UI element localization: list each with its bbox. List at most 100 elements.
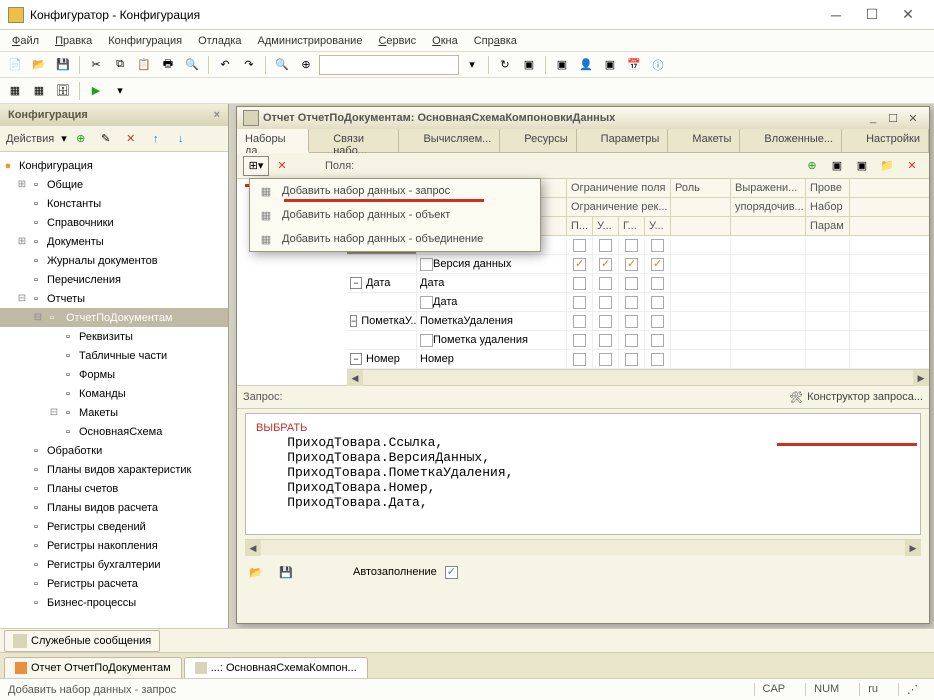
down-icon[interactable]: ↓ (170, 128, 192, 150)
col-restr-rec[interactable]: Ограничение рек... (567, 198, 671, 216)
tab-3[interactable]: Ресурсы (516, 129, 576, 152)
tree-item-7[interactable]: ⊟▫ОтчетПоДокументам (0, 308, 228, 327)
actions-dropdown-icon[interactable]: ▾ (61, 132, 67, 145)
delete-icon[interactable]: ✕ (120, 128, 142, 150)
tab-5[interactable]: Макеты (684, 129, 740, 152)
menu-debug[interactable]: Отладка (190, 32, 249, 50)
report-max-icon[interactable]: ☐ (883, 112, 903, 125)
scroll-right-icon[interactable]: ▶ (913, 370, 929, 386)
scroll-left-icon[interactable]: ◀ (347, 370, 363, 386)
query-constructor-button[interactable]: 🛠 Конструктор запроса... (789, 391, 923, 404)
col-param[interactable]: Парам (806, 217, 850, 235)
col-role[interactable]: Роль (671, 179, 731, 197)
delete-dataset-icon[interactable]: ✕ (273, 157, 291, 175)
open-icon[interactable]: 📂 (28, 54, 50, 76)
refresh-icon[interactable]: ↻ (494, 54, 516, 76)
tb2-icon-1[interactable]: ▦ (4, 80, 26, 102)
menu-help[interactable]: Справка (466, 32, 525, 50)
tree-item-8[interactable]: ▫Реквизиты (0, 327, 228, 346)
menu-admin[interactable]: Администрирование (250, 32, 371, 50)
tab-4[interactable]: Параметры (593, 129, 669, 152)
minimize-button[interactable]: ─ (818, 2, 854, 28)
col-order[interactable]: упорядочив... (731, 198, 806, 216)
tree-item-19[interactable]: ▫Регистры накопления (0, 536, 228, 555)
search-input[interactable] (319, 55, 459, 75)
qscroll-right-icon[interactable]: ▶ (905, 540, 921, 556)
bb-open-icon[interactable]: 📂 (245, 561, 267, 583)
menu-windows[interactable]: Окна (424, 32, 466, 50)
ftb-icon-2[interactable]: ▣ (826, 155, 848, 177)
menu-edit[interactable]: Правка (47, 32, 100, 50)
tree-item-12[interactable]: ⊟▫Макеты (0, 403, 228, 422)
menu-file[interactable]: Файл (4, 32, 47, 50)
run-dropdown-icon[interactable]: ▾ (109, 80, 131, 102)
find-icon[interactable]: 🔍 (271, 54, 293, 76)
col-expr[interactable]: Выражени... (731, 179, 806, 197)
tree-item-18[interactable]: ▫Регистры сведений (0, 517, 228, 536)
zoom-icon[interactable]: ⊕ (295, 54, 317, 76)
tree-item-3[interactable]: ⊞▫Документы (0, 232, 228, 251)
table-row[interactable]: −ПометкаУ...ПометкаУдаления (347, 312, 929, 331)
edit-icon[interactable]: ✎ (95, 128, 117, 150)
tree-item-6[interactable]: ⊟▫Отчеты (0, 289, 228, 308)
add-icon[interactable]: ⊕ (70, 128, 92, 150)
table-row[interactable]: −ДатаДата (347, 274, 929, 293)
add-dataset-object[interactable]: ▦ Добавить набор данных - объект (250, 203, 540, 227)
ftb-add-icon[interactable]: ⊕ (801, 155, 823, 177)
menu-service[interactable]: Сервис (370, 32, 424, 50)
table-row[interactable]: Пометка удаления (347, 331, 929, 350)
tab-6[interactable]: Вложенные... (756, 129, 842, 152)
tree-item-1[interactable]: ▫Константы (0, 194, 228, 213)
tree-item-17[interactable]: ▫Планы видов расчета (0, 498, 228, 517)
cut-icon[interactable]: ✂ (85, 54, 107, 76)
config-panel-close-icon[interactable]: × (214, 109, 220, 121)
table-row[interactable]: Версия данных (347, 255, 929, 274)
redo-icon[interactable]: ↷ (238, 54, 260, 76)
ftb-del-icon[interactable]: ✕ (901, 155, 923, 177)
ftb-icon-3[interactable]: ▣ (851, 155, 873, 177)
col-restr-field[interactable]: Ограничение поля (567, 179, 671, 197)
wtab-scheme[interactable]: ...: ОсновнаяСхемаКомпон... (184, 657, 368, 678)
undo-icon[interactable]: ↶ (214, 54, 236, 76)
menu-config[interactable]: Конфигурация (100, 32, 190, 50)
tb-icon-4[interactable]: ▣ (599, 54, 621, 76)
run-icon[interactable]: ▶ (85, 80, 107, 102)
tb-icon-3[interactable]: 👤 (575, 54, 597, 76)
tab-0[interactable]: Наборы да... (237, 129, 309, 153)
tree-item-11[interactable]: ▫Команды (0, 384, 228, 403)
tree-item-21[interactable]: ▫Регистры расчета (0, 574, 228, 593)
service-messages-button[interactable]: Служебные сообщения (4, 630, 160, 652)
tree-root[interactable]: ●Конфигурация (0, 156, 228, 175)
help-icon[interactable]: ⓘ (647, 54, 669, 76)
calendar-icon[interactable]: 📅 (623, 54, 645, 76)
tree-item-9[interactable]: ▫Табличные части (0, 346, 228, 365)
new-icon[interactable]: 📄 (4, 54, 26, 76)
tab-7[interactable]: Настройки (858, 129, 929, 152)
tree-item-16[interactable]: ▫Планы счетов (0, 479, 228, 498)
tree-item-4[interactable]: ▫Журналы документов (0, 251, 228, 270)
tree-item-0[interactable]: ⊞▫Общие (0, 175, 228, 194)
tree-item-2[interactable]: ▫Справочники (0, 213, 228, 232)
tab-1[interactable]: Связи набо... (325, 129, 399, 152)
copy-icon[interactable]: ⧉ (109, 54, 131, 76)
close-button[interactable]: ✕ (890, 2, 926, 28)
tree-item-22[interactable]: ▫Бизнес-процессы (0, 593, 228, 612)
tree-item-10[interactable]: ▫Формы (0, 365, 228, 384)
tree-item-20[interactable]: ▫Регистры бухгалтерии (0, 555, 228, 574)
actions-label[interactable]: Действия (6, 133, 58, 145)
bb-save-icon[interactable]: 💾 (275, 561, 297, 583)
paste-icon[interactable]: 📋 (133, 54, 155, 76)
db-icon[interactable]: 🗄 (52, 80, 74, 102)
col-check[interactable]: Прове (806, 179, 850, 197)
tb-icon-1[interactable]: ▣ (518, 54, 540, 76)
autofill-checkbox[interactable] (445, 566, 458, 579)
ftb-folder-icon[interactable]: 📁 (876, 155, 898, 177)
wtab-report[interactable]: Отчет ОтчетПоДокументам (4, 657, 182, 678)
grid-hscroll[interactable]: ◀ ▶ (347, 369, 929, 385)
tb2-icon-2[interactable]: ▦ (28, 80, 50, 102)
print-icon[interactable]: 🖶 (157, 54, 179, 76)
query-hscroll[interactable]: ◀ ▶ (245, 539, 921, 555)
tree-item-15[interactable]: ▫Планы видов характеристик (0, 460, 228, 479)
dropdown-icon[interactable]: ▾ (461, 54, 483, 76)
tree-item-14[interactable]: ▫Обработки (0, 441, 228, 460)
